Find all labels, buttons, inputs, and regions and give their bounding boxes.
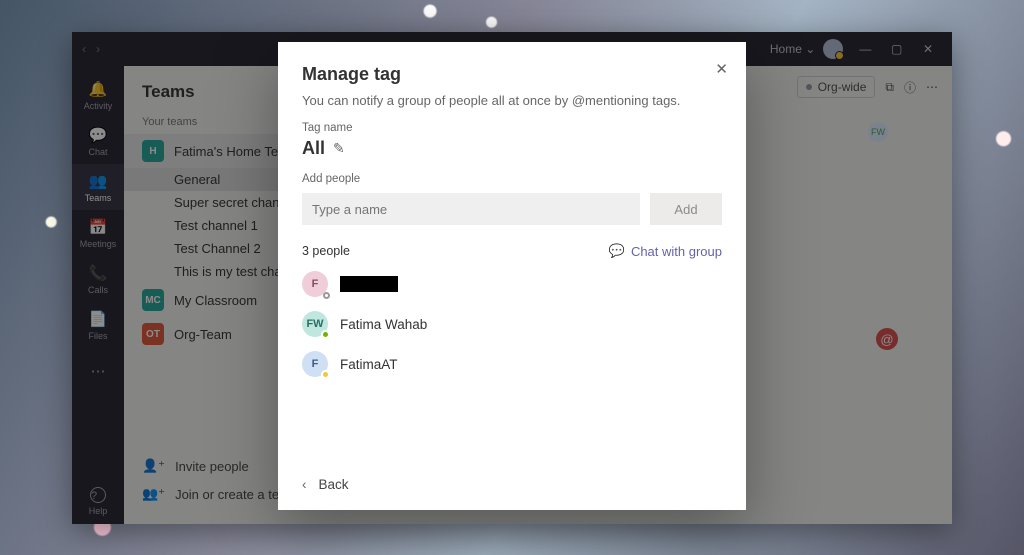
manage-tag-dialog: ✕ Manage tag You can notify a group of p… xyxy=(278,42,746,510)
dialog-title: Manage tag xyxy=(302,64,722,85)
person-name: Fatima Wahab xyxy=(340,317,427,332)
presence-away-icon xyxy=(321,370,330,379)
tagname-label: Tag name xyxy=(302,122,722,134)
addpeople-label: Add people xyxy=(302,173,722,185)
avatar: FW xyxy=(302,311,328,337)
avatar: F xyxy=(302,351,328,377)
back-button[interactable]: Back xyxy=(319,477,349,492)
avatar: F xyxy=(302,271,328,297)
add-people-input[interactable] xyxy=(302,193,640,225)
people-list: F FW Fatima Wahab F FatimaAT xyxy=(302,271,722,377)
presence-available-icon xyxy=(321,330,330,339)
person-row[interactable]: FW Fatima Wahab xyxy=(302,311,722,337)
edit-icon[interactable]: ✎ xyxy=(333,140,345,157)
person-name: FatimaAT xyxy=(340,357,398,372)
person-row[interactable]: F xyxy=(302,271,722,297)
close-icon[interactable]: ✕ xyxy=(715,60,728,78)
dialog-subtitle: You can notify a group of people all at … xyxy=(302,93,722,108)
people-count: 3 people xyxy=(302,244,350,258)
person-name-redacted xyxy=(340,276,398,292)
person-row[interactable]: F FatimaAT xyxy=(302,351,722,377)
add-button[interactable]: Add xyxy=(650,193,722,225)
presence-offline-icon xyxy=(323,292,330,299)
chat-icon: 💬 xyxy=(609,243,625,259)
tagname-value: All xyxy=(302,138,325,159)
chat-with-group-link[interactable]: 💬 Chat with group xyxy=(609,243,722,259)
back-arrow-icon[interactable]: ‹ xyxy=(302,477,307,492)
